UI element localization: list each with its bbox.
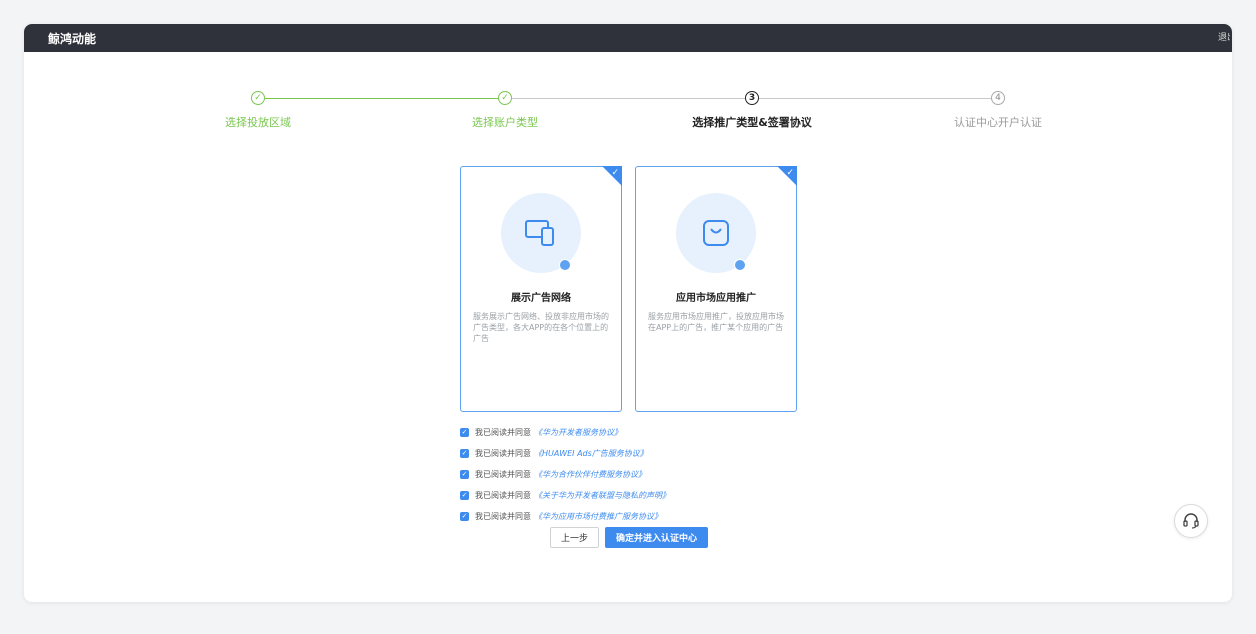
step-4-indicator: 4 xyxy=(991,91,1005,105)
exit-link[interactable]: 退出 xyxy=(1218,30,1230,43)
step-progress: ✓ ✓ 3 4 选择投放区域 选择账户类型 选择推广类型&签署协议 认证中心开户… xyxy=(24,88,1232,138)
main-window: 鲸鸿动能 退出 ✓ ✓ 3 4 选择投放区域 选择账户类型 选择推广类型&签署协… xyxy=(24,24,1232,602)
brand-title: 鲸鸿动能 xyxy=(48,32,97,46)
card-title: 展示广告网络 xyxy=(511,293,571,304)
agreement-checkbox[interactable]: ✓ xyxy=(460,491,469,500)
agreement-link[interactable]: 《关于华为开发者联盟与隐私的声明》 xyxy=(534,490,670,501)
step-connector xyxy=(751,98,998,99)
customer-service-headset-icon[interactable] xyxy=(1174,504,1208,538)
card-description: 服务应用市场应用推广，投放应用市场在APP上的广告，推广某个应用的广告 xyxy=(648,312,784,332)
agreement-item: ✓ 我已阅读并同意 《关于华为开发者联盟与隐私的声明》 xyxy=(460,485,670,506)
step-1-label: 选择投放区域 xyxy=(225,116,291,129)
globe-badge-icon xyxy=(734,259,746,271)
previous-step-button[interactable]: 上一步 xyxy=(550,527,599,548)
agreement-checkbox[interactable]: ✓ xyxy=(460,470,469,479)
step-3-label: 选择推广类型&签署协议 xyxy=(692,116,812,129)
agreement-list: ✓ 我已阅读并同意 《华为开发者服务协议》 ✓ 我已阅读并同意 《HUAWEI … xyxy=(460,422,670,527)
card-display-ad-network[interactable]: ✓ 展示广告网络 服务展示广告网络、投放非应用市场的广告类型，各大APP的在各个… xyxy=(460,166,622,412)
agreement-link[interactable]: 《华为合作伙伴付费服务协议》 xyxy=(534,469,646,480)
agreement-link[interactable]: 《华为开发者服务协议》 xyxy=(534,427,622,438)
agreement-prefix: 我已阅读并同意 xyxy=(475,428,531,437)
agreement-prefix: 我已阅读并同意 xyxy=(475,470,531,479)
step-3-indicator: 3 xyxy=(745,91,759,105)
confirm-enter-auth-button[interactable]: 确定并进入认证中心 xyxy=(605,527,708,548)
agreement-prefix: 我已阅读并同意 xyxy=(475,491,531,500)
agreement-item: ✓ 我已阅读并同意 《华为应用市场付费推广服务协议》 xyxy=(460,506,670,527)
step-1-check-icon: ✓ xyxy=(251,91,265,105)
agreement-item: ✓ 我已阅读并同意 《华为合作伙伴付费服务协议》 xyxy=(460,464,670,485)
agreement-checkbox[interactable]: ✓ xyxy=(460,449,469,458)
agreement-prefix: 我已阅读并同意 xyxy=(475,449,531,458)
agreement-link[interactable]: 《HUAWEI Ads广告服务协议》 xyxy=(534,448,648,459)
step-connector xyxy=(506,98,751,99)
step-2-check-icon: ✓ xyxy=(498,91,512,105)
check-icon: ✓ xyxy=(611,168,619,178)
card-title: 应用市场应用推广 xyxy=(676,293,756,304)
agreement-checkbox[interactable]: ✓ xyxy=(460,512,469,521)
globe-badge-icon xyxy=(559,259,571,271)
agreement-checkbox[interactable]: ✓ xyxy=(460,428,469,437)
agreement-prefix: 我已阅读并同意 xyxy=(475,512,531,521)
top-bar: 鲸鸿动能 退出 xyxy=(24,24,1232,52)
agreement-item: ✓ 我已阅读并同意 《华为开发者服务协议》 xyxy=(460,422,670,443)
step-4-label: 认证中心开户认证 xyxy=(954,116,1042,129)
check-icon: ✓ xyxy=(786,168,794,178)
card-description: 服务展示广告网络、投放非应用市场的广告类型，各大APP的在各个位置上的广告 xyxy=(473,312,609,343)
card-app-market-promotion[interactable]: ✓ 应用市场应用推广 服务应用市场应用推广，投放应用市场在APP上的广告，推广某… xyxy=(635,166,797,412)
step-connector xyxy=(265,98,506,99)
agreement-link[interactable]: 《华为应用市场付费推广服务协议》 xyxy=(534,511,662,522)
step-2-label: 选择账户类型 xyxy=(472,116,538,129)
agreement-item: ✓ 我已阅读并同意 《HUAWEI Ads广告服务协议》 xyxy=(460,443,670,464)
